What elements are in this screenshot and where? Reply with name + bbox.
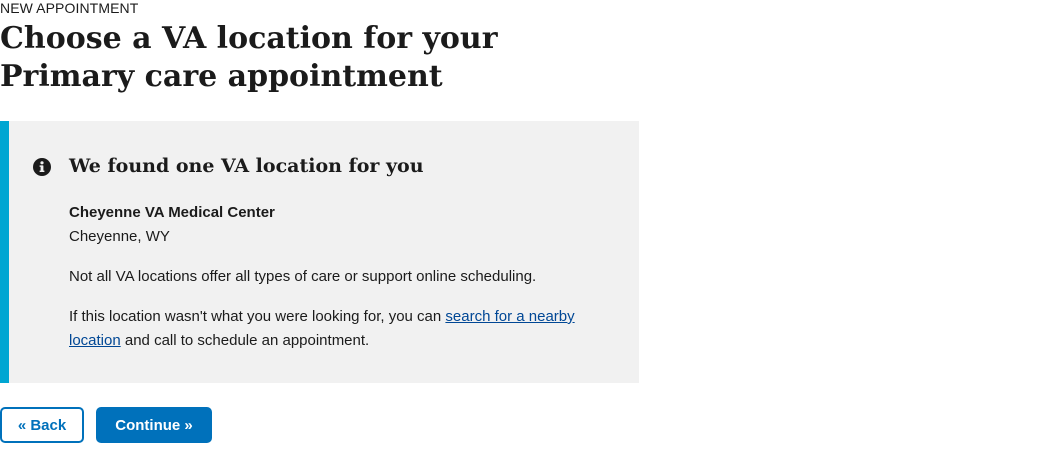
facility-city: Cheyenne, WY bbox=[69, 228, 170, 245]
help-text: If this location wasn't what you were lo… bbox=[69, 305, 609, 353]
help-text-suffix: and call to schedule an appointment. bbox=[120, 332, 370, 349]
info-alert: We found one VA location for you Cheyenn… bbox=[0, 121, 639, 383]
back-button[interactable]: « Back bbox=[0, 407, 84, 443]
alert-body: Cheyenne VA Medical Center Cheyenne, WY … bbox=[69, 201, 609, 353]
alert-accent-bar bbox=[0, 121, 9, 383]
eyebrow-label: NEW APPOINTMENT bbox=[0, 0, 139, 16]
facility-name: Cheyenne VA Medical Center bbox=[69, 204, 275, 221]
scheduling-note: Not all VA locations offer all types of … bbox=[69, 268, 537, 285]
continue-button[interactable]: Continue » bbox=[96, 407, 212, 443]
help-text-prefix: If this location wasn't what you were lo… bbox=[69, 308, 446, 325]
page-title: Choose a VA location for your Primary ca… bbox=[0, 21, 498, 94]
alert-heading: We found one VA location for you bbox=[69, 155, 424, 177]
info-icon bbox=[33, 158, 51, 176]
